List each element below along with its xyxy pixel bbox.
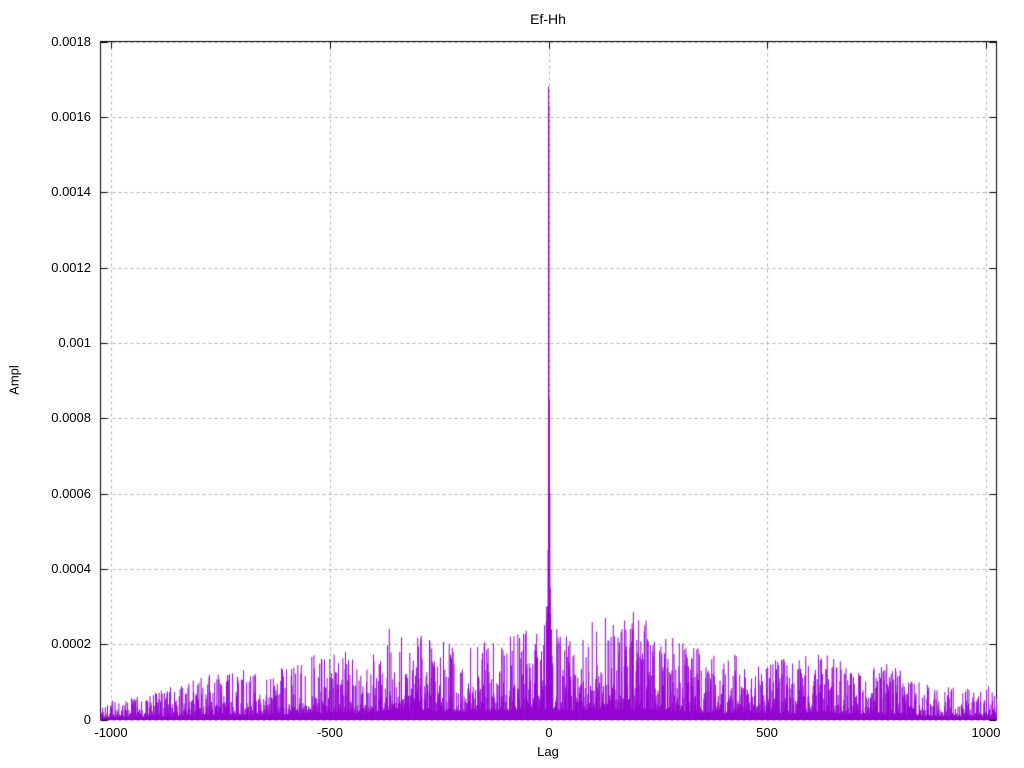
x-tick-label: -1000 bbox=[94, 725, 128, 740]
y-tick-label: 0.0012 bbox=[51, 260, 91, 275]
x-tick-label: -500 bbox=[316, 725, 344, 740]
y-tick-label: 0.0006 bbox=[51, 486, 91, 501]
y-tick-label: 0.0008 bbox=[51, 410, 91, 425]
x-tick-label: 0 bbox=[545, 725, 553, 740]
x-tick-label: 500 bbox=[756, 725, 778, 740]
x-tick-label: 1000 bbox=[971, 725, 1001, 740]
plot-canvas bbox=[0, 0, 1024, 768]
y-tick-label: 0.0018 bbox=[51, 34, 91, 49]
y-axis-title: Ampl bbox=[6, 365, 22, 395]
y-tick-label: 0.0002 bbox=[51, 636, 91, 651]
correlation-chart-figure: Ef-Hh Ampl Lag 0 0.0002 0.0004 0.0006 0.0008… bbox=[0, 0, 1024, 768]
y-tick-label: 0.0016 bbox=[51, 109, 91, 124]
chart-title: Ef-Hh bbox=[530, 11, 566, 27]
y-tick-label: 0.001 bbox=[58, 335, 91, 350]
y-tick-label: 0.0014 bbox=[51, 184, 91, 199]
y-tick-label: 0.0004 bbox=[51, 561, 91, 576]
x-axis-title: Lag bbox=[537, 744, 559, 759]
y-tick-label: 0 bbox=[83, 712, 91, 727]
